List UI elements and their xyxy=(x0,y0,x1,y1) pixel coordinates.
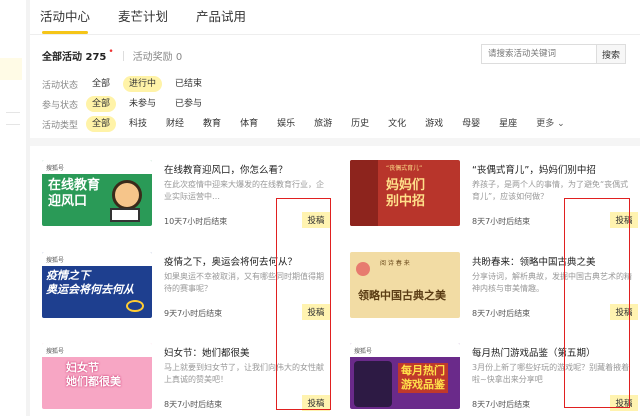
filter-chip[interactable]: 历史 xyxy=(345,116,375,132)
game-characters-icon xyxy=(354,361,392,407)
search-bar: 搜索 xyxy=(481,44,626,64)
filter-chip[interactable]: 娱乐 xyxy=(271,116,301,132)
filter-chip[interactable]: 已结束 xyxy=(169,76,208,92)
card-thumbnail: 搜狐号 在线教育 迎风口 xyxy=(42,160,152,226)
thumbnail-art-text: 在线教育 迎风口 xyxy=(48,178,101,209)
filter-chip[interactable]: 旅游 xyxy=(308,116,338,132)
annotation-highlight-box xyxy=(564,198,630,408)
activity-rewards-count[interactable]: 活动奖励 0 xyxy=(133,48,183,63)
thumbnail-badge: 阅 诗 春 来 xyxy=(380,260,410,267)
filter-options: 全部 科技 财经 教育 体育 娱乐 旅游 历史 文化 游戏 母婴 星座 xyxy=(86,116,530,132)
card-thumbnail: 搜狐号 妇女节 她们都很美 xyxy=(42,343,152,409)
search-input[interactable] xyxy=(481,44,596,64)
thumbnail-art-text: 疫情之下 奥运会将何去何从 xyxy=(46,269,134,296)
card-thumbnail: 搜狐号 疫情之下 奥运会将何去何从 xyxy=(42,252,152,318)
filter-label: 参与状态 xyxy=(42,100,79,111)
filter-row-status: 活动状态 全部 进行中 已结束 xyxy=(42,76,215,92)
decorative-panel xyxy=(350,160,378,226)
filter-chip[interactable]: 教育 xyxy=(197,116,227,132)
section-divider xyxy=(30,138,640,146)
olympic-rings-icon xyxy=(126,300,144,312)
filter-chip[interactable]: 文化 xyxy=(382,116,412,132)
tab-divider xyxy=(30,34,640,35)
annotation-highlight-box xyxy=(276,198,331,410)
thumbnail-art-text: 每月热门 游戏品鉴 xyxy=(398,363,448,393)
more-types-dropdown[interactable]: 更多 ⌄ xyxy=(530,116,570,132)
thumbnail-badge: 搜狐号 xyxy=(46,165,65,172)
chevron-down-icon: ⌄ xyxy=(557,119,565,129)
card-thumbnail: 阅 诗 春 来 领略中国古典之美 xyxy=(350,252,460,318)
plum-blossom-icon xyxy=(356,262,370,276)
filter-chip[interactable]: 未参与 xyxy=(123,96,162,112)
filter-chip[interactable]: 科技 xyxy=(123,116,153,132)
main-panel: 活动中心 麦芒计划 产品试用 全部活动 275 • 活动奖励 0 搜索 活动状态… xyxy=(30,0,640,416)
filter-options: 全部 进行中 已结束 xyxy=(86,76,215,92)
card-deadline: 10天7小时后结束 xyxy=(164,217,228,226)
filter-chip[interactable]: 星座 xyxy=(493,116,523,132)
thumbnail-art-text: 领略中国古典之美 xyxy=(358,289,446,302)
top-tabs: 活动中心 麦芒计划 产品试用 xyxy=(40,0,246,34)
thumbnail-badge: 搜狐号 xyxy=(354,348,373,355)
filter-label: 活动状态 xyxy=(42,80,79,91)
card-deadline: 8天7小时后结束 xyxy=(472,217,531,226)
thumbnail-badge: 搜狐号 xyxy=(46,257,65,264)
thumbnail-badge: 搜狐号 xyxy=(46,348,65,355)
filter-chip[interactable]: 游戏 xyxy=(419,116,449,132)
filter-chip[interactable]: 全部 xyxy=(86,96,117,112)
tab-activity-center[interactable]: 活动中心 xyxy=(40,0,90,34)
all-activities-count[interactable]: 全部活动 275 xyxy=(42,48,106,63)
tab-product-trial[interactable]: 产品试用 xyxy=(196,0,246,34)
filter-chip[interactable]: 全部 xyxy=(86,116,117,132)
filter-chip[interactable]: 进行中 xyxy=(123,76,163,92)
card-thumbnail: 搜狐号 每月热门 游戏品鉴 xyxy=(350,343,460,409)
card-deadline: 9天7小时后结束 xyxy=(164,309,223,318)
search-button[interactable]: 搜索 xyxy=(596,44,626,64)
card-deadline: 8天7小时后结束 xyxy=(472,400,531,409)
filter-options: 全部 未参与 已参与 xyxy=(86,96,215,112)
sidebar-divider xyxy=(6,124,20,125)
count-separator xyxy=(122,50,124,61)
sidebar-active-marker[interactable] xyxy=(0,58,22,80)
card-title[interactable]: 在线教育迎风口，你怎么看？ xyxy=(164,162,329,176)
new-dot-icon: • xyxy=(108,46,114,57)
activity-counts: 全部活动 275 • 活动奖励 0 xyxy=(42,46,183,64)
tablet-icon xyxy=(110,208,140,222)
filter-row-type: 活动类型 全部 科技 财经 教育 体育 娱乐 旅游 历史 文化 游戏 母婴 星座 更多 ⌄ xyxy=(42,116,578,132)
filter-chip[interactable]: 体育 xyxy=(234,116,264,132)
card-deadline: 8天7小时后结束 xyxy=(164,400,223,409)
tab-maimang-plan[interactable]: 麦芒计划 xyxy=(118,0,168,34)
thumbnail-art-text: 妈妈们 别中招 xyxy=(386,178,426,209)
cartoon-figure-icon xyxy=(112,180,142,210)
card-deadline: 8天7小时后结束 xyxy=(472,309,531,318)
filter-row-participation: 参与状态 全部 未参与 已参与 xyxy=(42,96,215,112)
more-label: 更多 xyxy=(536,119,555,129)
filter-chip[interactable]: 财经 xyxy=(160,116,190,132)
filter-chip[interactable]: 母婴 xyxy=(456,116,486,132)
thumbnail-badge: “丧偶式育儿” xyxy=(386,165,423,172)
filter-chip[interactable]: 已参与 xyxy=(169,96,208,112)
filter-label: 活动类型 xyxy=(42,120,79,131)
filter-chip[interactable]: 全部 xyxy=(86,76,116,92)
page: 活动中心 麦芒计划 产品试用 全部活动 275 • 活动奖励 0 搜索 活动状态… xyxy=(0,0,640,416)
sidebar-divider xyxy=(6,112,20,113)
left-sidebar xyxy=(0,0,26,416)
thumbnail-art-text: 妇女节 她们都很美 xyxy=(66,361,121,388)
card-title[interactable]: “丧偶式育儿”，妈妈们别中招 xyxy=(472,162,637,176)
card-thumbnail: “丧偶式育儿” 妈妈们 别中招 xyxy=(350,160,460,226)
